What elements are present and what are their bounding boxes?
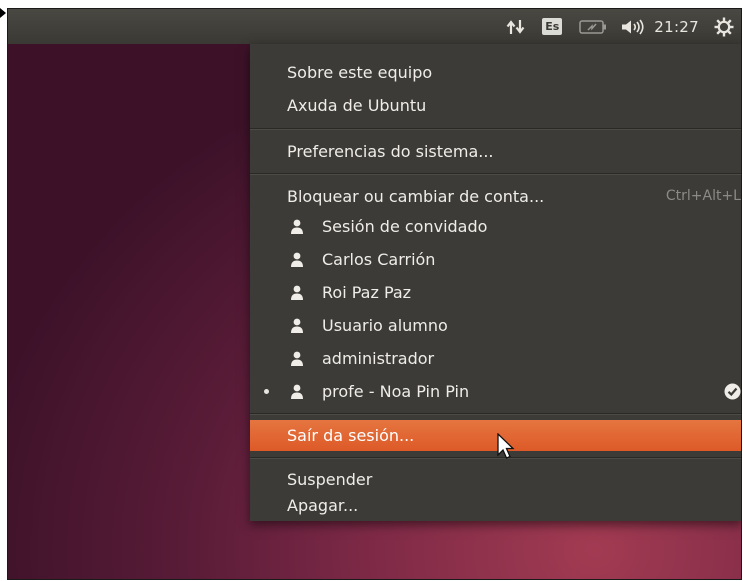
menu-item-label: Bloquear ou cambiar de conta... <box>287 187 545 206</box>
menu-item-label: administrador <box>322 349 435 368</box>
battery-icon[interactable] <box>578 19 608 35</box>
callout-marker <box>0 8 6 18</box>
user-icon <box>291 285 303 300</box>
clock[interactable]: 21:27 <box>654 18 699 36</box>
menu-item-label: Roi Paz Paz <box>322 283 412 302</box>
user-icon <box>291 351 303 366</box>
menu-item-label: Sobre este equipo <box>287 63 433 82</box>
user-icon <box>291 318 303 333</box>
network-icon[interactable] <box>504 19 528 35</box>
user-icon <box>291 384 303 399</box>
user-icon <box>291 252 303 267</box>
mouse-cursor-icon <box>497 433 515 459</box>
screenshot-frame: Es 21:27 Sobre este equipo Axuda de Ubun… <box>7 8 742 580</box>
gear-icon[interactable] <box>713 17 735 37</box>
menu-item-label: Axuda de Ubuntu <box>287 96 427 115</box>
menu-item-user-administrador[interactable]: administrador <box>250 343 741 374</box>
menu-item-help[interactable]: Axuda de Ubuntu <box>250 90 741 121</box>
volume-icon[interactable] <box>618 19 648 35</box>
user-icon <box>291 219 303 234</box>
top-panel: Es 21:27 <box>8 9 741 44</box>
menu-item-label: Preferencias do sistema... <box>287 142 494 161</box>
menu-item-label: profe - Noa Pin Pin <box>322 382 470 401</box>
menu-item-label: Usuario alumno <box>322 316 448 335</box>
keyboard-shortcut: Ctrl+Alt+L <box>665 188 741 204</box>
menu-item-user-alumno[interactable]: Usuario alumno <box>250 310 741 341</box>
menu-item-about[interactable]: Sobre este equipo <box>250 57 741 88</box>
menu-separator <box>250 128 741 130</box>
indicator-area: Es 21:27 <box>504 9 735 44</box>
menu-item-user-profe[interactable]: profe - Noa Pin Pin <box>250 376 741 407</box>
menu-item-label: Sesión de convidado <box>322 217 488 236</box>
menu-item-system-settings[interactable]: Preferencias do sistema... <box>250 136 741 167</box>
menu-separator <box>250 413 741 415</box>
menu-item-lock-switch[interactable]: Bloquear ou cambiar de conta... Ctrl+Alt… <box>250 181 741 212</box>
menu-separator <box>250 173 741 175</box>
menu-item-shutdown[interactable]: Apagar... <box>250 490 741 521</box>
keyboard-language-indicator[interactable]: Es <box>542 18 563 35</box>
active-session-dot <box>264 389 269 394</box>
menu-item-user-carlos[interactable]: Carlos Carrión <box>250 244 741 275</box>
menu-item-user-roi[interactable]: Roi Paz Paz <box>250 277 741 308</box>
menu-item-label: Carlos Carrión <box>322 250 436 269</box>
menu-item-label: Saír da sesión... <box>287 426 415 445</box>
menu-item-label: Apagar... <box>287 496 359 515</box>
menu-item-user-guest[interactable]: Sesión de convidado <box>250 211 741 242</box>
check-icon <box>724 383 741 400</box>
